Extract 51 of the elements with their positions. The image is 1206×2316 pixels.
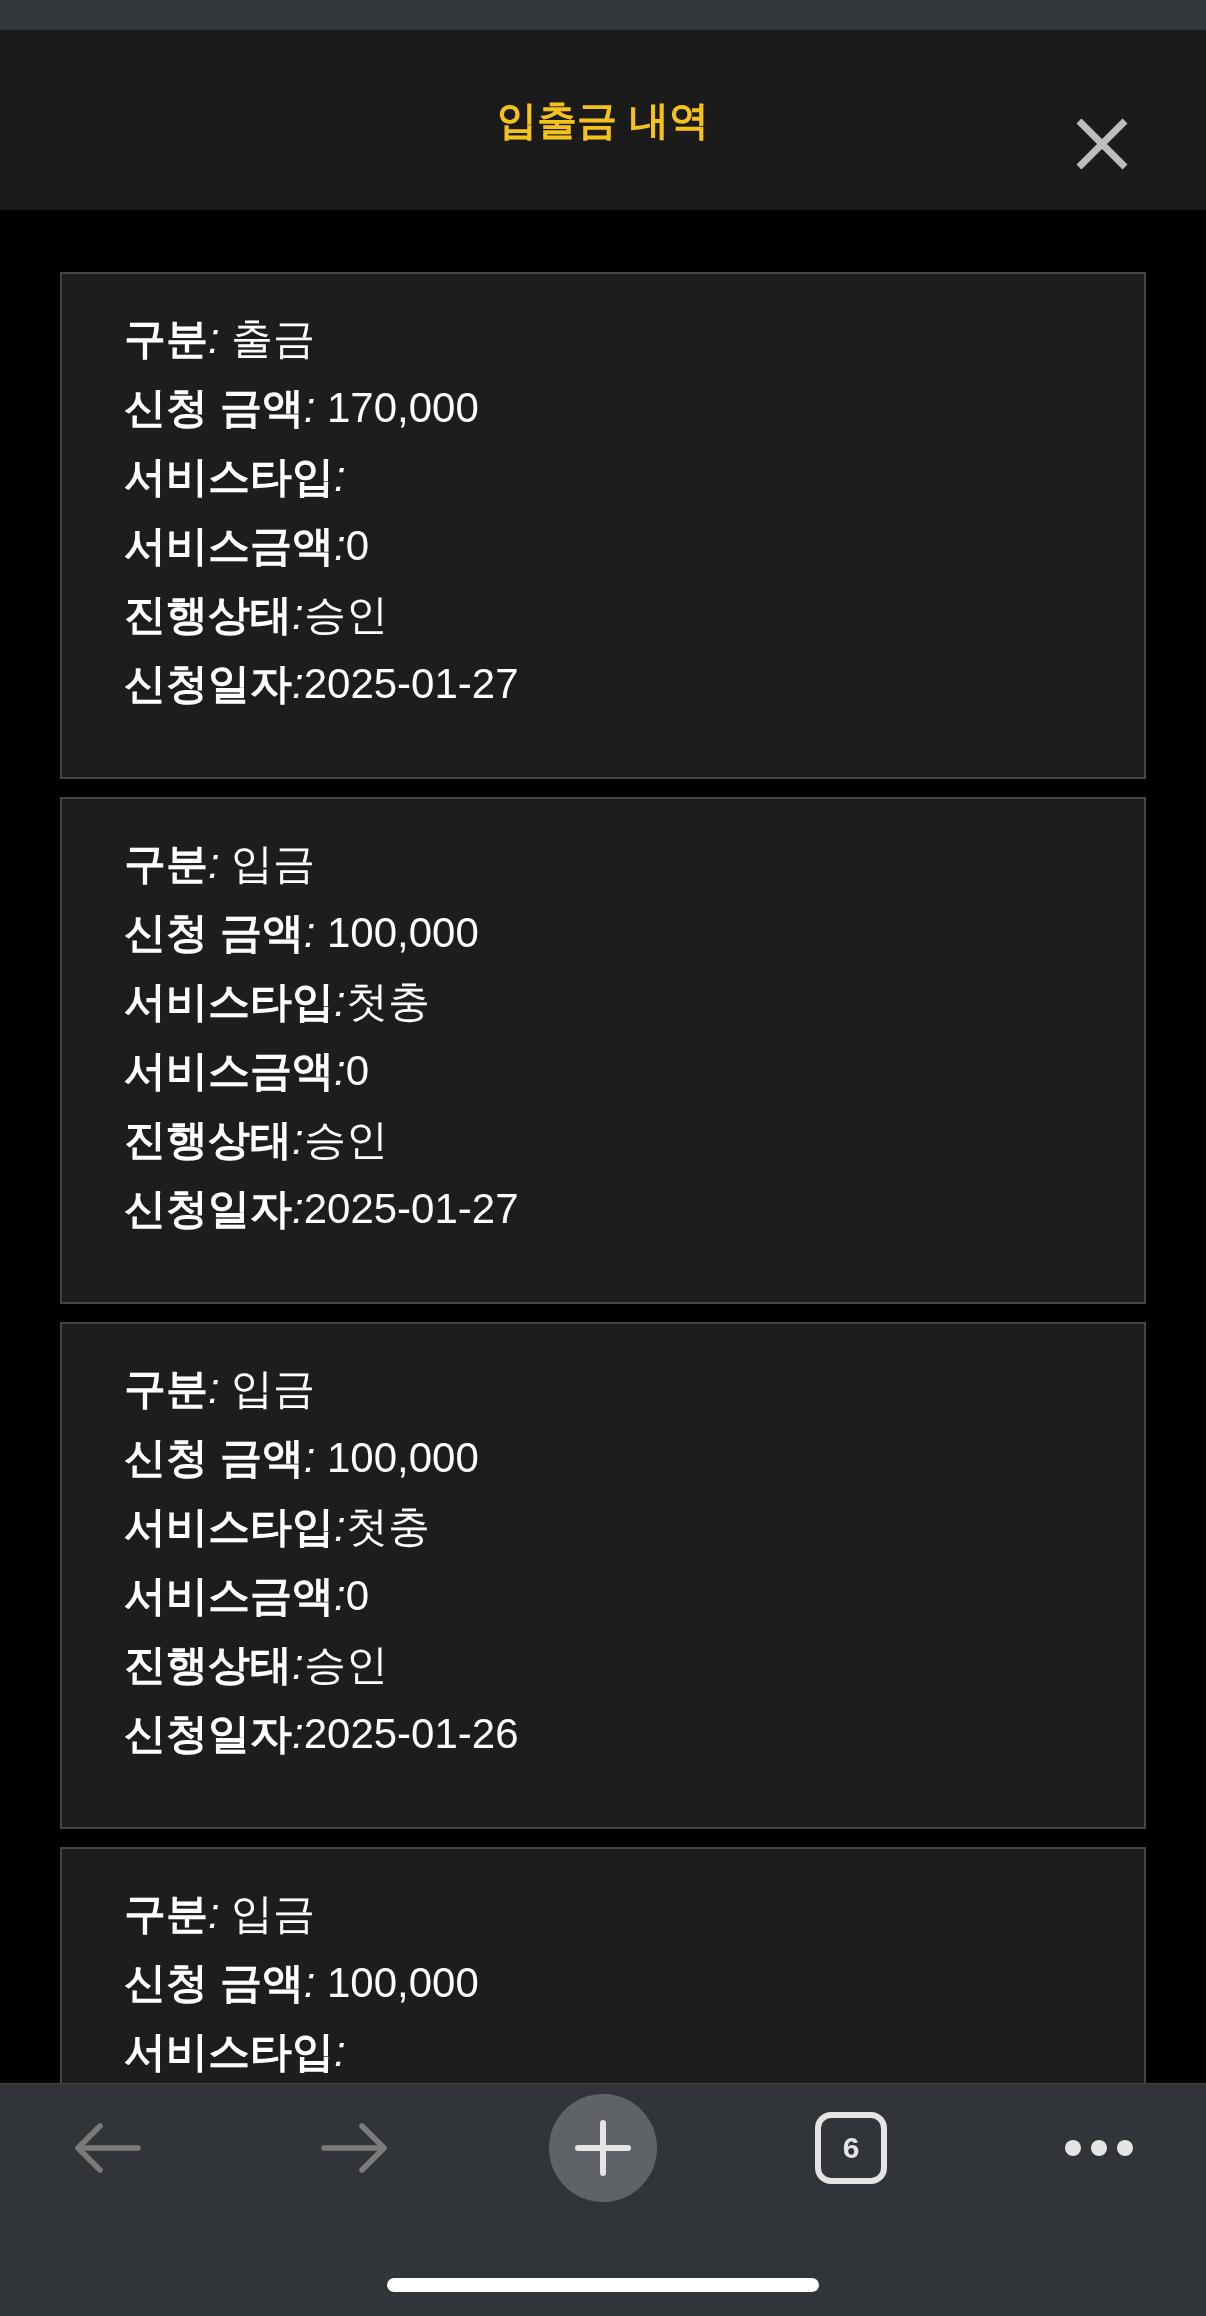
more-button[interactable]	[1065, 2140, 1133, 2156]
field-value: :승인	[292, 589, 388, 640]
field-value: : 출금	[208, 313, 316, 364]
field-value: :0	[334, 1571, 370, 1620]
field-label: 신청일자	[124, 658, 292, 709]
field-label: 신청일자	[124, 1183, 292, 1234]
page-title: 입출금 내역	[497, 97, 709, 144]
field-label: 구분	[124, 838, 208, 889]
field-value: :승인	[292, 1639, 388, 1690]
close-button[interactable]	[1076, 118, 1128, 170]
field-label: 신청 금액	[124, 1957, 304, 2008]
field-value: :0	[334, 1046, 370, 1095]
back-arrow-icon	[73, 2123, 141, 2173]
field-label: 서비스금액	[124, 520, 334, 571]
field-label: 구분	[124, 313, 208, 364]
field-value: :첫충	[334, 976, 430, 1027]
field-label: 신청 금액	[124, 382, 304, 433]
field-label: 신청 금액	[124, 1432, 304, 1483]
field-value: : 100,000	[303, 1433, 479, 1482]
tab-count-button[interactable]: 6	[815, 2112, 887, 2184]
field-value: : 입금	[208, 838, 316, 889]
field-value: : 100,000	[303, 1958, 479, 2007]
field-label: 서비스타입	[124, 2026, 334, 2077]
field-value: :첫충	[334, 1501, 430, 1552]
forward-arrow-icon	[321, 2123, 389, 2173]
plus-icon	[575, 2120, 631, 2176]
field-value: :승인	[292, 1114, 388, 1165]
field-label: 진행상태	[124, 1639, 292, 1690]
field-label: 서비스타입	[124, 976, 334, 1027]
field-label: 신청 금액	[124, 907, 304, 958]
field-value: :	[334, 452, 346, 501]
field-label: 서비스금액	[124, 1570, 334, 1621]
field-value: : 입금	[208, 1363, 316, 1414]
more-icon	[1065, 2140, 1133, 2156]
field-label: 서비스금액	[124, 1045, 334, 1096]
field-value: :0	[334, 521, 370, 570]
field-label: 신청일자	[124, 1708, 292, 1759]
field-value: :2025-01-26	[292, 1709, 519, 1758]
field-value: : 입금	[208, 1888, 316, 1939]
field-label: 서비스타입	[124, 1501, 334, 1552]
field-label: 진행상태	[124, 589, 292, 640]
close-icon	[1076, 118, 1128, 170]
field-value: : 170,000	[303, 383, 479, 432]
field-value: :2025-01-27	[292, 659, 519, 708]
field-value: : 100,000	[303, 908, 479, 957]
field-value: :	[334, 2027, 346, 2076]
field-label: 구분	[124, 1363, 208, 1414]
field-value: :2025-01-27	[292, 1184, 519, 1233]
field-label: 구분	[124, 1888, 208, 1939]
field-label: 서비스타입	[124, 451, 334, 502]
field-label: 진행상태	[124, 1114, 292, 1165]
